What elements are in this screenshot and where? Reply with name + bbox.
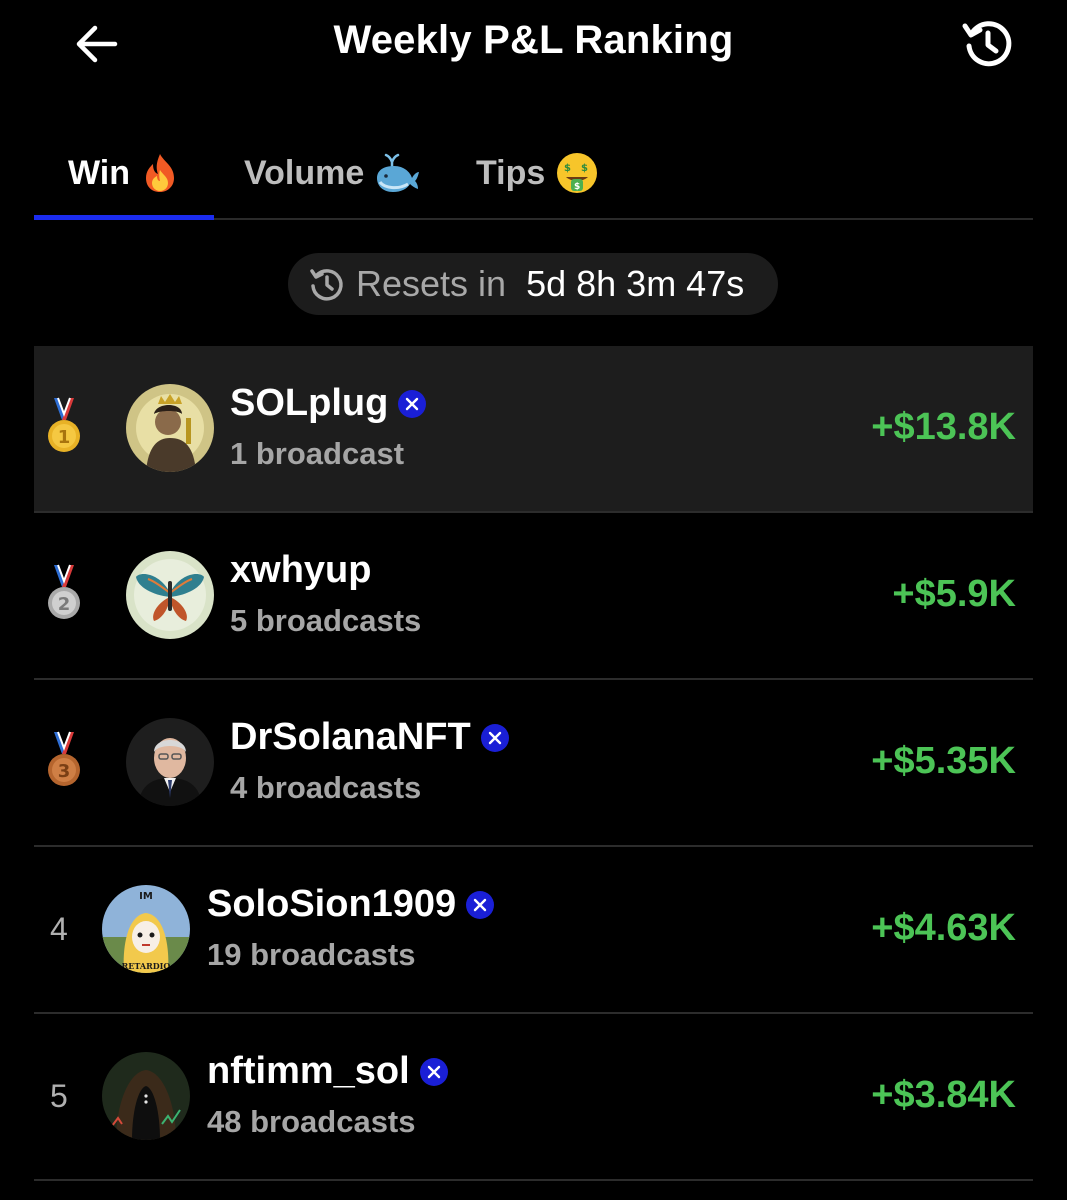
username: nftimm_sol	[207, 1050, 448, 1093]
x-verified-icon	[466, 890, 495, 919]
svg-text:$: $	[581, 163, 588, 174]
reset-countdown: Resets in 5d 8h 3m 47s	[288, 253, 778, 315]
fire-icon	[140, 152, 180, 194]
avatar: IM RETARDIO	[102, 885, 190, 973]
svg-text:$: $	[564, 163, 571, 174]
pnl-value: +$4.63K	[871, 907, 1016, 949]
avatar-caption-top: IM	[139, 891, 153, 902]
username-text: nftimm_sol	[207, 1050, 410, 1092]
ranking-list: 1 SOLplug 1 broadcast +$13.8K 2 xwhyup 5…	[34, 346, 1033, 1181]
rank-number: 5	[50, 1078, 68, 1114]
svg-text:$: $	[574, 182, 580, 192]
broadcast-count: 48 broadcasts	[207, 1104, 416, 1139]
username: SOLplug	[230, 382, 427, 425]
username-text: DrSolanaNFT	[230, 716, 471, 758]
header: Weekly P&L Ranking	[0, 0, 1067, 88]
svg-text:3: 3	[58, 761, 71, 782]
silver-medal-icon: 2	[48, 564, 80, 619]
reset-timer-value: 5d 8h 3m 47s	[526, 263, 745, 304]
ranking-row[interactable]: 1 SOLplug 1 broadcast +$13.8K	[34, 346, 1033, 513]
rank-number: 4	[50, 911, 68, 947]
tab-volume-label: Volume	[244, 153, 365, 192]
pnl-value: +$5.9K	[892, 573, 1016, 615]
tab-win-label: Win	[67, 153, 130, 192]
tab-bar: Win Volume Tips $ $ $	[34, 130, 1033, 220]
username: xwhyup	[230, 549, 371, 592]
username: DrSolanaNFT	[230, 716, 509, 759]
ranking-row[interactable]: 2 xwhyup 5 broadcasts +$5.9K	[34, 513, 1033, 680]
ranking-row[interactable]: 4 IM RETARDIO SoloSion1909 19 broadcasts…	[34, 847, 1033, 1014]
page-title: Weekly P&L Ranking	[333, 18, 734, 62]
history-button[interactable]	[958, 14, 1018, 74]
tab-volume[interactable]: Volume	[244, 130, 420, 216]
avatar	[126, 551, 214, 639]
username-text: SoloSion1909	[207, 883, 457, 925]
broadcast-count: 4 broadcasts	[230, 770, 422, 805]
ranking-row[interactable]: 5 nftimm_sol 48 broadcasts +$3.84K	[34, 1014, 1033, 1181]
username: SoloSion1909	[207, 883, 495, 926]
svg-text:1: 1	[58, 427, 71, 448]
tab-tips-label: Tips	[476, 153, 546, 192]
pnl-value: +$13.8K	[871, 406, 1016, 448]
avatar-caption-bottom: RETARDIO	[122, 961, 171, 971]
x-verified-icon	[398, 389, 427, 418]
broadcast-count: 5 broadcasts	[230, 603, 422, 638]
tab-tips[interactable]: Tips $ $ $	[476, 130, 599, 216]
gold-medal-icon: 1	[48, 397, 80, 452]
x-verified-icon	[480, 723, 509, 752]
broadcast-count: 1 broadcast	[230, 436, 405, 471]
username-text: xwhyup	[230, 549, 372, 591]
tab-active-indicator	[34, 215, 214, 220]
avatar	[126, 718, 214, 806]
ranking-row[interactable]: 3 DrSolanaNFT 4 broadcasts +$5.35K	[34, 680, 1033, 847]
broadcast-count: 19 broadcasts	[207, 937, 416, 972]
svg-text:2: 2	[58, 594, 71, 615]
money-mouth-face-icon: $ $ $	[555, 151, 599, 195]
reset-label: Resets in	[356, 263, 507, 304]
pnl-value: +$3.84K	[871, 1074, 1016, 1116]
history-icon	[962, 21, 1012, 67]
pnl-value: +$5.35K	[871, 740, 1016, 782]
whale-icon	[374, 152, 420, 194]
timer-reset-icon	[308, 265, 346, 303]
x-verified-icon	[419, 1057, 448, 1086]
avatar	[126, 384, 214, 472]
bronze-medal-icon: 3	[48, 731, 80, 786]
tab-win[interactable]: Win	[34, 130, 214, 216]
username-text: SOLplug	[230, 382, 389, 424]
avatar	[102, 1052, 190, 1140]
